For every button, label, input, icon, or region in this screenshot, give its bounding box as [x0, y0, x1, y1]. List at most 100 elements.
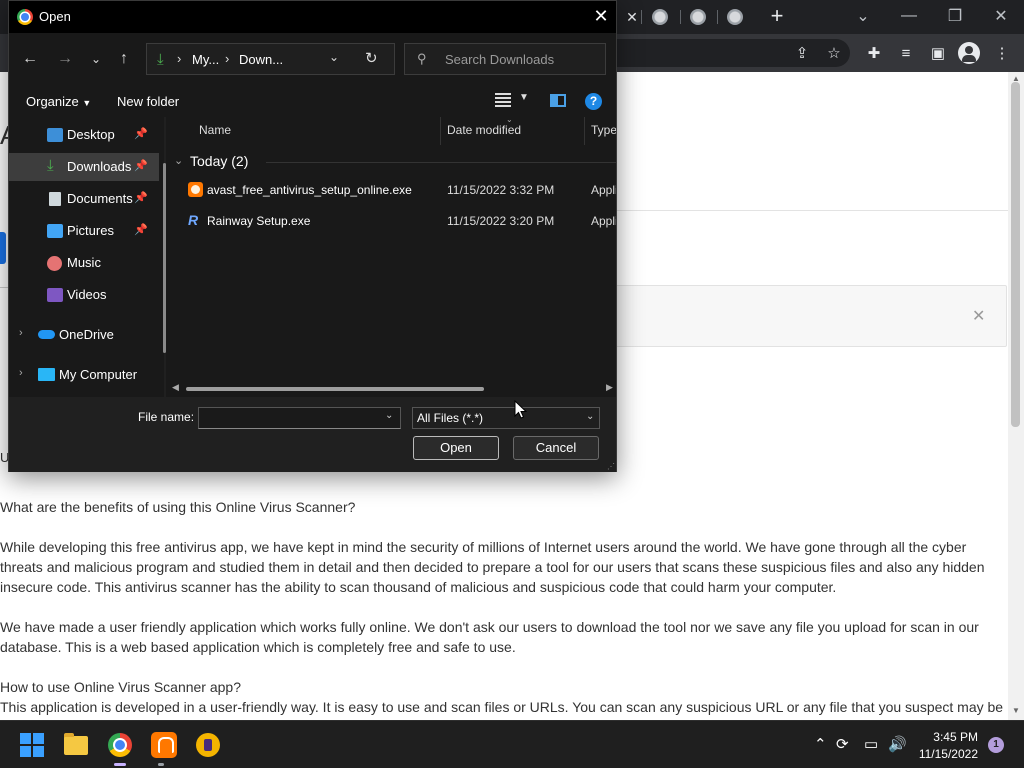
volume-icon[interactable]: 🔊 [888, 735, 907, 753]
file-explorer-button[interactable] [60, 729, 92, 761]
side-panel-icon[interactable]: ▣ [928, 43, 948, 63]
group-collapse-chevron-icon[interactable]: ⌄ [174, 154, 183, 167]
up-arrow-icon[interactable]: ↑ [113, 49, 135, 69]
open-button[interactable]: Open [413, 436, 499, 460]
file-type-filter-select[interactable]: All Files (*.*) ⌄ [412, 407, 600, 429]
extensions-icon[interactable]: ✚ [864, 43, 884, 63]
show-hidden-icons-chevron-icon[interactable]: ⌃ [814, 735, 827, 753]
sync-icon[interactable]: ⟳ [836, 735, 849, 753]
chevron-down-icon[interactable]: ⌄ [385, 410, 393, 421]
group-divider [266, 162, 616, 163]
nav-item-label: My Computer [59, 367, 138, 382]
paragraph: While developing this free antivirus app… [0, 539, 985, 595]
refresh-icon[interactable]: ↻ [365, 49, 378, 67]
file-row[interactable]: avast_free_antivirus_setup_online.exe 11… [166, 176, 616, 204]
file-name-input[interactable] [198, 407, 401, 429]
nav-item-onedrive[interactable]: › OneDrive [9, 321, 159, 349]
chrome-taskbar-button[interactable] [104, 729, 136, 761]
resize-grip-icon[interactable]: ⋰ [607, 462, 615, 471]
network-icon[interactable]: ▭ [864, 735, 878, 753]
breadcrumb-chevron-icon[interactable]: › [225, 51, 229, 66]
pin-icon[interactable]: 📌 [134, 223, 148, 236]
cancel-button[interactable]: Cancel [513, 436, 599, 460]
bookmark-star-icon[interactable]: ☆ [824, 43, 844, 63]
organize-button[interactable]: Organize ▼ [26, 94, 91, 109]
preview-pane-icon[interactable] [550, 94, 566, 107]
breadcrumb-chevron-icon[interactable]: › [177, 51, 181, 66]
scroll-right-arrow-icon[interactable]: ▶ [606, 382, 613, 393]
file-row[interactable]: R Rainway Setup.exe 11/15/2022 3:20 PM A… [166, 207, 616, 235]
close-icon[interactable]: ✕ [972, 306, 985, 326]
nav-item-downloads[interactable]: ⤓ Downloads 📌 [9, 153, 159, 181]
recent-locations-chevron-icon[interactable]: ⌄ [85, 49, 107, 69]
back-arrow-icon[interactable]: ← [19, 49, 41, 69]
view-options-icon[interactable] [495, 93, 511, 107]
browser-tab[interactable] [717, 4, 753, 30]
running-app-indicator [158, 763, 164, 766]
scroll-left-arrow-icon[interactable]: ◀ [172, 382, 179, 393]
clock-time[interactable]: 3:45 PM [932, 730, 978, 744]
onedrive-icon [38, 330, 55, 339]
start-button[interactable] [16, 729, 48, 761]
avast-taskbar-button[interactable] [148, 729, 180, 761]
breadcrumb-item[interactable]: My... [192, 52, 219, 67]
column-divider[interactable] [584, 117, 585, 145]
chevron-down-icon[interactable]: ▼ [519, 92, 529, 103]
nav-item-music[interactable]: Music [9, 249, 159, 277]
column-header-type[interactable]: Type [591, 123, 616, 137]
help-icon[interactable]: ? [585, 93, 602, 110]
pin-icon[interactable]: 📌 [134, 127, 148, 140]
page-scrollbar[interactable]: ▲ ▼ [1008, 72, 1024, 720]
navigation-pane: Desktop 📌 ⤓ Downloads 📌 Documents 📌 Pict… [9, 117, 166, 397]
file-list-pane: Name ⌄ Date modified Type ⌄ Today (2) av… [166, 117, 616, 397]
search-input[interactable]: ⚲ Search Downloads [404, 43, 606, 75]
pin-icon[interactable]: 📌 [134, 191, 148, 204]
taskbar: ⌃ ⟳ ▭ 🔊 3:45 PM 11/15/2022 1 [0, 720, 1024, 768]
dialog-navigation-bar: ← → ⌄ ↑ ⤓ › My... › Down... ⌄ ↻ ⚲ Search… [9, 33, 616, 85]
globe-icon [727, 9, 743, 25]
clock-date[interactable]: 11/15/2022 [918, 747, 978, 761]
chevron-right-icon[interactable]: › [19, 327, 23, 339]
column-header-date-modified[interactable]: Date modified [447, 123, 521, 137]
scrollbar-thumb[interactable] [1011, 82, 1020, 427]
scroll-down-arrow[interactable]: ▼ [1011, 706, 1021, 715]
dialog-close-button[interactable]: ✕ [589, 5, 613, 29]
folder-address-bar[interactable]: ⤓ › My... › Down... ⌄ ↻ [146, 43, 395, 75]
new-tab-button[interactable]: + [764, 5, 790, 29]
mouse-cursor-icon [514, 400, 528, 419]
pin-icon[interactable]: 📌 [134, 159, 148, 172]
chevron-down-icon: ⌄ [856, 8, 870, 25]
chevron-right-icon[interactable]: › [19, 367, 23, 379]
group-header-today[interactable]: Today (2) [190, 153, 248, 169]
vpn-taskbar-button[interactable] [192, 729, 224, 761]
close-window-button[interactable]: ✕ [978, 0, 1024, 32]
notification-badge[interactable]: 1 [988, 737, 1004, 753]
nav-item-videos[interactable]: Videos [9, 281, 159, 309]
page-button-fragment[interactable] [0, 232, 6, 264]
browser-tab[interactable] [680, 4, 716, 30]
downloads-icon: ⤓ [47, 157, 54, 174]
column-header-name[interactable]: Name [199, 123, 231, 137]
profile-avatar[interactable] [958, 42, 980, 64]
nav-item-desktop[interactable]: Desktop 📌 [9, 121, 159, 149]
file-list-horizontal-scrollbar[interactable]: ◀ ▶ [166, 381, 616, 397]
nav-item-documents[interactable]: Documents 📌 [9, 185, 159, 213]
nav-item-pictures[interactable]: Pictures 📌 [9, 217, 159, 245]
tab-search-button[interactable]: ⌄ [840, 0, 886, 32]
share-icon[interactable]: ⇪ [792, 43, 812, 63]
chevron-down-icon[interactable]: ⌄ [329, 50, 339, 64]
minimize-button[interactable]: — [886, 0, 932, 32]
nav-item-label: Documents [67, 191, 133, 206]
nav-item-my-computer[interactable]: › My Computer [9, 361, 159, 389]
avast-icon [151, 732, 177, 758]
scrollbar-thumb[interactable] [186, 387, 484, 391]
column-divider[interactable] [440, 117, 441, 145]
restore-button[interactable]: ❐ [932, 0, 978, 32]
forward-arrow-icon[interactable]: → [54, 49, 76, 69]
breadcrumb-item[interactable]: Down... [239, 52, 283, 67]
more-menu-icon[interactable]: ⋮ [992, 43, 1012, 63]
browser-tab[interactable] [642, 4, 678, 30]
media-icon[interactable]: ≡ [896, 43, 916, 63]
dialog-command-bar: Organize ▼ New folder ▼ ? [9, 85, 616, 117]
new-folder-button[interactable]: New folder [117, 94, 179, 109]
